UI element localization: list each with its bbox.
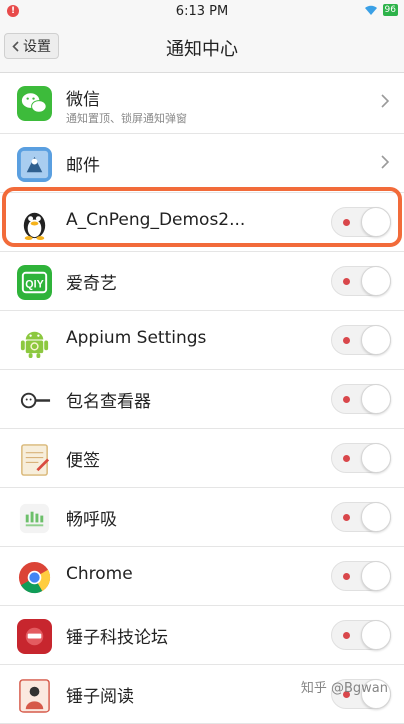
mail-icon <box>17 147 52 182</box>
watermark: 知乎 @Bgwan <box>300 681 388 696</box>
toggle-knob <box>361 620 391 650</box>
breath-icon <box>19 503 50 534</box>
notification-toggle[interactable] <box>331 561 391 591</box>
app-name: A_CnPeng_Demos2... <box>66 210 246 230</box>
smartisan-forum-icon <box>17 619 52 654</box>
notification-toggle[interactable] <box>331 266 391 296</box>
app-name: 畅呼吸 <box>66 510 117 530</box>
app-row-package-viewer[interactable]: 包名查看器 <box>0 370 404 429</box>
toggle-knob <box>361 325 391 355</box>
toggle-off-indicator <box>343 396 350 403</box>
app-row-smartisan-forum[interactable]: 锤子科技论坛 <box>0 606 404 665</box>
app-row-breathe[interactable]: 畅呼吸 <box>0 488 404 547</box>
toggle-off-indicator <box>343 632 350 639</box>
status-bar: ! 6:13 PM 96 <box>0 0 404 22</box>
app-name: 邮件 <box>66 156 100 176</box>
toggle-knob <box>361 384 391 414</box>
notification-toggle[interactable] <box>331 384 391 414</box>
app-name: Appium Settings <box>66 328 207 348</box>
toggle-knob <box>361 266 391 296</box>
status-right: 96 <box>363 4 398 16</box>
app-name: Chrome <box>66 564 133 584</box>
toggle-knob <box>361 561 391 591</box>
toggle-knob <box>361 502 391 532</box>
notification-toggle[interactable] <box>331 502 391 532</box>
app-row-mail[interactable]: 邮件 <box>0 134 404 193</box>
app-row-iqiyi[interactable]: QIY 爱奇艺 <box>0 252 404 311</box>
app-name: 微信 <box>66 90 100 110</box>
notification-toggle[interactable] <box>331 325 391 355</box>
app-row-cnpeng-demos[interactable]: A_CnPeng_Demos2... <box>0 193 404 252</box>
app-row-appium-settings[interactable]: Appium Settings <box>0 311 404 370</box>
notification-toggle[interactable] <box>331 207 391 237</box>
app-name: 便签 <box>66 451 100 471</box>
app-name: 包名查看器 <box>66 392 151 412</box>
toggle-off-indicator <box>343 219 350 226</box>
app-name: 锤子科技论坛 <box>66 628 168 648</box>
notepad-icon <box>21 444 50 476</box>
toggle-off-indicator <box>343 514 350 521</box>
notification-toggle[interactable] <box>331 443 391 473</box>
app-row-chrome[interactable]: Chrome <box>0 547 404 606</box>
qq-penguin-icon <box>23 212 46 241</box>
toggle-off-indicator <box>343 337 350 344</box>
iqiyi-icon: QIY <box>17 265 52 300</box>
magnifier-icon <box>20 392 51 409</box>
app-subtitle: 通知置顶、锁屏通知弹窗 <box>66 112 187 125</box>
app-row-notes[interactable]: 便签 <box>0 429 404 488</box>
toggle-knob <box>361 207 391 237</box>
chevron-right-icon <box>381 94 390 108</box>
app-name: 爱奇艺 <box>66 274 117 294</box>
nav-bar: 设置 通知中心 <box>0 22 404 73</box>
svg-text:QIY: QIY <box>25 278 43 290</box>
toggle-knob <box>361 443 391 473</box>
notification-alert-icon: ! <box>7 5 19 17</box>
app-name: 锤子阅读 <box>66 687 134 707</box>
android-icon <box>20 331 49 359</box>
smartisan-reader-icon <box>19 679 50 713</box>
toggle-off-indicator <box>343 573 350 580</box>
chrome-icon <box>18 561 51 594</box>
app-row-wechat[interactable]: 微信 通知置顶、锁屏通知弹窗 <box>0 73 404 134</box>
chevron-right-icon <box>381 155 390 169</box>
toggle-off-indicator <box>343 455 350 462</box>
wechat-icon <box>17 86 52 121</box>
app-notification-list: 微信 通知置顶、锁屏通知弹窗 邮件 A_CnPeng_Demos2... QIY… <box>0 73 404 724</box>
wifi-icon <box>364 5 377 15</box>
toggle-off-indicator <box>343 278 350 285</box>
page-title: 通知中心 <box>166 39 238 60</box>
battery-icon: 96 <box>382 4 398 16</box>
notification-toggle[interactable] <box>331 620 391 650</box>
status-time: 6:13 PM <box>175 3 229 19</box>
